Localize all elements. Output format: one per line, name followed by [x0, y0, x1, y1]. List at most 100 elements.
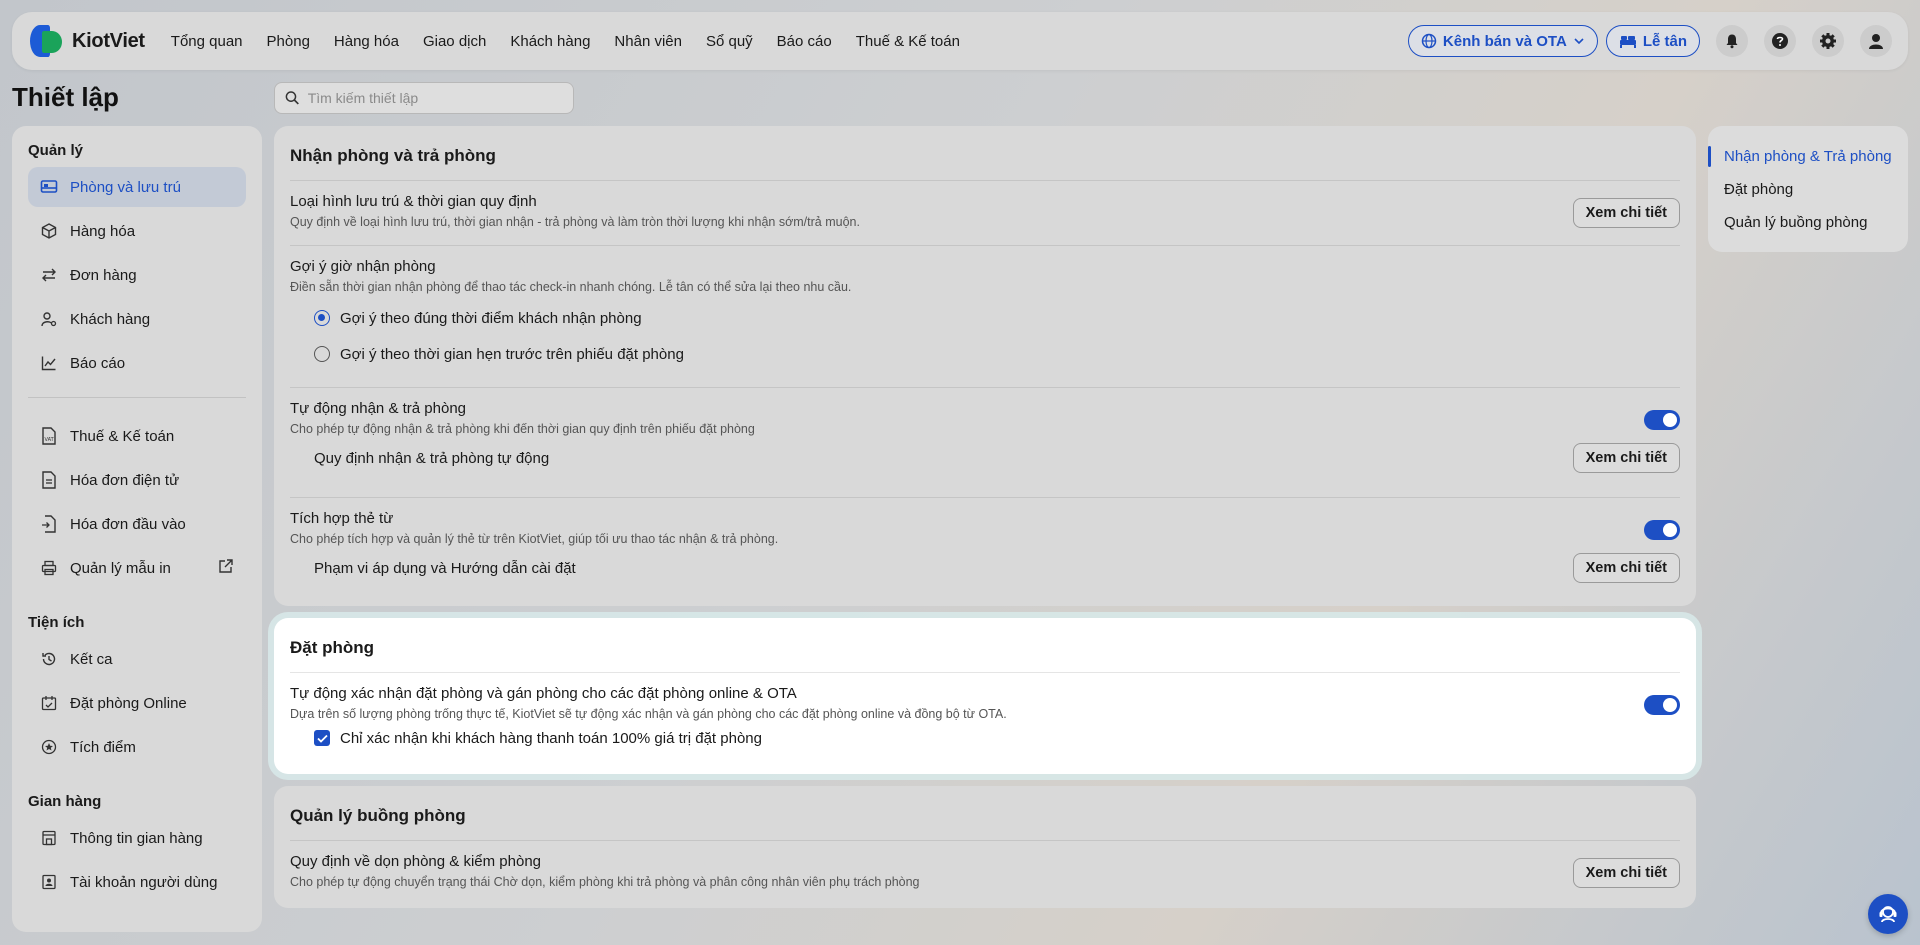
box-icon	[40, 222, 58, 240]
nav-staff[interactable]: Nhân viên	[602, 33, 694, 50]
svg-text:VAT: VAT	[45, 437, 55, 443]
radio-unselected[interactable]	[314, 346, 330, 362]
stay-type-detail-button[interactable]: Xem chi tiết	[1572, 198, 1680, 228]
anchor-booking[interactable]: Đặt phòng	[1708, 173, 1908, 206]
settings-button[interactable]	[1812, 25, 1844, 57]
sub-setting-label: Phạm vi áp dụng và Hướng dẫn cài đặt	[314, 559, 576, 577]
user-badge-icon	[40, 873, 58, 891]
auto-checkin-detail-button[interactable]: Xem chi tiết	[1572, 443, 1680, 473]
section-anchor-nav: Nhận phòng & Trả phòng Đặt phòng Quản lý…	[1708, 126, 1908, 252]
suggest-option-actual-time[interactable]: Gợi ý theo đúng thời điểm khách nhận phò…	[290, 300, 1680, 336]
sidebar-group-utilities: Tiện ích	[28, 614, 85, 631]
sidebar-item-label: Tài khoản người dùng	[70, 873, 218, 891]
sidebar-item-reports[interactable]: Báo cáo	[28, 343, 246, 383]
option-label: Chỉ xác nhận khi khách hàng thanh toán 1…	[340, 729, 762, 747]
sidebar-item-customers[interactable]: Khách hàng	[28, 299, 246, 339]
swap-icon	[40, 266, 58, 284]
sub-setting-label: Quy định nhận & trả phòng tự động	[314, 449, 550, 467]
sidebar-item-online-booking[interactable]: Đặt phòng Online	[28, 683, 246, 723]
nav-reports[interactable]: Báo cáo	[765, 33, 844, 50]
notifications-button[interactable]	[1716, 25, 1748, 57]
cleaning-rules-detail-button[interactable]: Xem chi tiết	[1572, 858, 1680, 888]
external-link-icon[interactable]	[218, 558, 234, 578]
sidebar-item-input-invoice[interactable]: Hóa đơn đầu vào	[28, 504, 246, 544]
sidebar-item-label: Quản lý mẫu in	[70, 559, 171, 577]
chevron-down-icon	[1574, 38, 1584, 45]
account-button[interactable]	[1860, 25, 1892, 57]
setting-title: Quy định về dọn phòng & kiểm phòng	[290, 853, 542, 870]
support-chat-button[interactable]	[1868, 894, 1908, 934]
anchor-housekeeping[interactable]: Quản lý buồng phòng	[1708, 206, 1908, 239]
auto-confirm-toggle[interactable]	[1644, 695, 1680, 715]
sidebar-item-rooms-stay[interactable]: Phòng và lưu trú	[28, 167, 246, 207]
setting-title: Tự động xác nhận đặt phòng và gán phòng …	[290, 685, 797, 702]
section-title: Đặt phòng	[290, 618, 1680, 673]
setting-description: Dựa trên số lượng phòng trống thực tế, K…	[290, 707, 1007, 721]
setting-title: Loại hình lưu trú & thời gian quy định	[290, 193, 537, 210]
support-agent-icon	[1879, 906, 1897, 923]
sidebar-item-tax-accounting[interactable]: VAT Thuế & Kế toán	[28, 416, 246, 456]
sidebar-item-goods[interactable]: Hàng hóa	[28, 211, 246, 251]
kiotviet-logo-icon	[28, 23, 64, 59]
sidebar-item-label: Thông tin gian hàng	[70, 829, 203, 847]
section-title: Nhận phòng và trả phòng	[290, 126, 1680, 181]
sidebar-divider	[28, 397, 246, 398]
bed-icon	[40, 178, 58, 196]
sidebar-item-store-info[interactable]: Thông tin gian hàng	[28, 818, 246, 858]
channels-ota-button[interactable]: Kênh bán và OTA	[1407, 25, 1598, 57]
sidebar-group-management: Quản lý	[28, 142, 84, 159]
setting-description: Cho phép tự động chuyển trạng thái Chờ d…	[290, 875, 920, 889]
reception-button[interactable]: Lễ tân	[1605, 25, 1700, 57]
reception-label: Lễ tân	[1642, 32, 1687, 50]
sidebar-item-label: Thuế & Kế toán	[70, 427, 175, 445]
sidebar-item-label: Đơn hàng	[70, 266, 137, 284]
bed-icon	[1619, 36, 1636, 48]
setting-auto-checkin: Tự động nhận & trả phòng Cho phép tự độn…	[290, 388, 1680, 498]
nav-customers[interactable]: Khách hàng	[498, 33, 602, 50]
history-icon	[40, 650, 58, 668]
nav-cashbook[interactable]: Sổ quỹ	[694, 33, 765, 50]
key-card-detail-button[interactable]: Xem chi tiết	[1572, 553, 1680, 583]
nav-transactions[interactable]: Giao dịch	[411, 33, 498, 50]
suggest-option-booking-time[interactable]: Gợi ý theo thời gian hẹn trước trên phiế…	[290, 336, 1680, 372]
setting-title: Tự động nhận & trả phòng	[290, 400, 467, 417]
setting-description: Điền sẵn thời gian nhận phòng để thao tá…	[290, 280, 852, 294]
sidebar-item-loyalty-points[interactable]: Tích điểm	[28, 727, 246, 767]
sidebar-item-label: Kết ca	[70, 650, 113, 668]
user-icon	[1869, 34, 1883, 49]
search-input[interactable]	[307, 90, 563, 106]
auto-checkin-toggle[interactable]	[1644, 410, 1680, 430]
setting-title: Gợi ý giờ nhận phòng	[290, 258, 436, 275]
page-title: Thiết lập	[12, 82, 119, 112]
sidebar-item-orders[interactable]: Đơn hàng	[28, 255, 246, 295]
sidebar-item-label: Đặt phòng Online	[70, 694, 187, 712]
setting-title: Tích hợp thẻ từ	[290, 510, 394, 527]
setting-checkin-suggestion: Gợi ý giờ nhận phòng Điền sẵn thời gian …	[290, 246, 1680, 388]
auto-checkin-rules-row: Quy định nhận & trả phòng tự động Xem ch…	[290, 436, 1680, 480]
full-payment-only-option[interactable]: Chỉ xác nhận khi khách hàng thanh toán 1…	[290, 721, 1680, 755]
nav-rooms[interactable]: Phòng	[255, 33, 322, 50]
sidebar-item-e-invoice[interactable]: Hóa đơn điện tử	[28, 460, 246, 500]
invoice-icon	[40, 471, 58, 489]
gear-icon	[1820, 33, 1836, 49]
store-icon	[40, 829, 58, 847]
sidebar-item-shift-close[interactable]: Kết ca	[28, 639, 246, 679]
radio-selected[interactable]	[314, 310, 330, 326]
sidebar-item-print-templates[interactable]: Quản lý mẫu in	[28, 548, 246, 588]
vat-document-icon: VAT	[40, 427, 58, 445]
nav-overview[interactable]: Tổng quan	[159, 33, 255, 50]
section-title: Quản lý buồng phòng	[290, 786, 1680, 841]
sidebar-item-user-accounts[interactable]: Tài khoản người dùng	[28, 862, 246, 902]
nav-tax-accounting[interactable]: Thuế & Kế toán	[844, 33, 972, 50]
brand-logo[interactable]: KiotViet	[28, 23, 145, 59]
checkbox-checked[interactable]	[314, 730, 330, 746]
search-icon	[285, 91, 299, 105]
section-booking: Đặt phòng Tự động xác nhận đặt phòng và …	[274, 618, 1696, 774]
printer-icon	[40, 559, 58, 577]
help-button[interactable]	[1764, 25, 1796, 57]
globe-icon	[1421, 33, 1437, 49]
anchor-checkin-checkout[interactable]: Nhận phòng & Trả phòng	[1708, 140, 1908, 173]
settings-search[interactable]	[274, 82, 574, 114]
nav-goods[interactable]: Hàng hóa	[322, 33, 411, 50]
key-card-toggle[interactable]	[1644, 520, 1680, 540]
